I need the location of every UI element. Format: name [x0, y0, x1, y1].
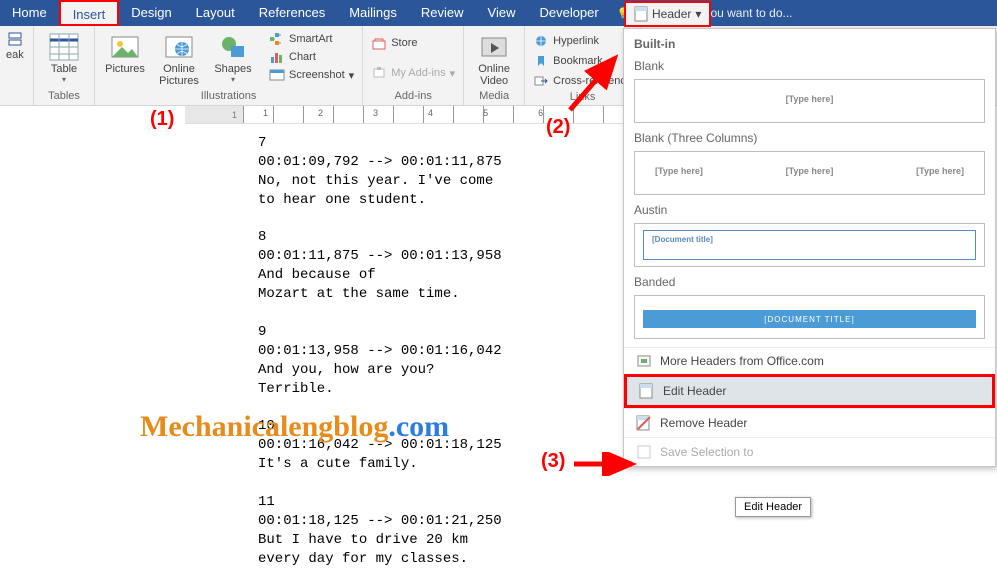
online-video-button[interactable]: Online Video	[470, 29, 518, 87]
pictures-button[interactable]: Pictures	[101, 29, 149, 87]
tab-review[interactable]: Review	[409, 0, 476, 26]
template-blank-three-columns[interactable]: [Type here] [Type here] [Type here]	[634, 151, 985, 195]
shapes-button[interactable]: Shapes ▾	[209, 29, 257, 87]
group-media-label: Media	[470, 88, 518, 105]
tab-layout[interactable]: Layout	[184, 0, 247, 26]
smartart-button[interactable]: SmartArt	[267, 31, 356, 47]
chart-button[interactable]: Chart	[267, 49, 356, 65]
remove-header-button[interactable]: Remove Header	[624, 408, 995, 437]
store-button[interactable]: Store	[369, 35, 457, 51]
group-links-label: Links	[531, 89, 634, 106]
online-pictures-icon	[163, 31, 195, 63]
video-icon	[478, 31, 510, 63]
template-banded-label: Banded	[634, 275, 995, 289]
tab-insert[interactable]: Insert	[59, 0, 120, 26]
chevron-down-icon: ▾	[62, 75, 66, 84]
chevron-down-icon: ▾	[695, 7, 701, 21]
hyperlink-icon	[533, 34, 549, 48]
template-austin[interactable]: [Document title]	[634, 223, 985, 267]
page-break-icon	[8, 32, 22, 46]
horizontal-ruler[interactable]: 1 123456	[185, 106, 625, 124]
template-blank-label: Blank	[634, 59, 995, 73]
hyperlink-button[interactable]: Hyperlink	[531, 33, 634, 49]
crossref-icon	[533, 74, 549, 88]
page-break-button[interactable]	[6, 31, 27, 47]
template-blank3-label: Blank (Three Columns)	[634, 131, 995, 145]
office-icon	[636, 354, 652, 368]
store-icon	[371, 36, 387, 50]
chevron-down-icon: ▾	[349, 69, 355, 82]
tab-mailings[interactable]: Mailings	[337, 0, 409, 26]
save-selection-icon	[636, 444, 652, 460]
tab-bar: Home Insert Design Layout References Mai…	[0, 0, 997, 26]
tab-references[interactable]: References	[247, 0, 337, 26]
cross-reference-button[interactable]: Cross-reference	[531, 73, 634, 89]
template-banded[interactable]: [DOCUMENT TITLE]	[634, 295, 985, 339]
tab-view[interactable]: View	[476, 0, 528, 26]
group-blank-label	[6, 100, 27, 105]
save-selection-button: Save Selection to	[624, 437, 995, 466]
group-addins-label: Add-ins	[369, 88, 457, 105]
template-austin-label: Austin	[634, 203, 995, 217]
group-illustrations-label: Illustrations	[101, 88, 356, 105]
online-pictures-button[interactable]: Online Pictures	[155, 29, 203, 87]
my-addins-button[interactable]: My Add-ins ▾	[369, 65, 457, 81]
smartart-icon	[269, 32, 285, 46]
remove-header-icon	[636, 415, 652, 431]
more-headers-button[interactable]: More Headers from Office.com	[624, 347, 995, 374]
builtin-label: Built-in	[624, 29, 995, 51]
header-dropdown-panel: Header ▾ Built-in Blank [Type here] Blan…	[623, 28, 996, 467]
pictures-icon	[109, 31, 141, 63]
bookmark-button[interactable]: Bookmark	[531, 53, 634, 69]
table-icon	[48, 31, 80, 63]
header-icon	[634, 6, 648, 22]
tab-home[interactable]: Home	[0, 0, 59, 26]
shapes-icon	[217, 31, 249, 63]
template-blank[interactable]: [Type here]	[634, 79, 985, 123]
header-button[interactable]: Header ▾	[624, 1, 711, 27]
screenshot-button[interactable]: Screenshot ▾	[267, 67, 356, 83]
table-button[interactable]: Table ▾	[40, 29, 88, 84]
chevron-down-icon: ▾	[450, 67, 456, 80]
addins-icon	[371, 66, 387, 80]
tab-developer[interactable]: Developer	[527, 0, 610, 26]
edit-header-button[interactable]: Edit Header	[624, 374, 995, 408]
bookmark-icon	[533, 54, 549, 68]
screenshot-icon	[269, 68, 285, 82]
tab-design[interactable]: Design	[119, 0, 183, 26]
edit-header-tooltip: Edit Header	[735, 497, 811, 517]
edit-header-icon	[639, 383, 655, 399]
break-label: eak	[6, 49, 27, 61]
group-tables-label: Tables	[40, 88, 88, 105]
chevron-down-icon: ▾	[231, 75, 235, 84]
chart-icon	[269, 50, 285, 64]
